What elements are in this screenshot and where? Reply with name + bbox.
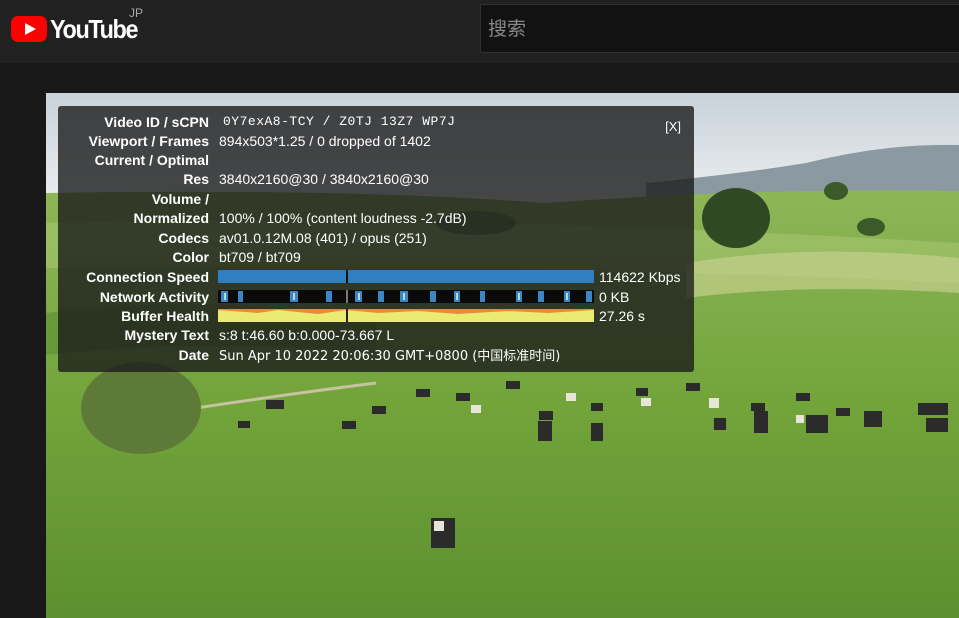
stats-row-viewport: Viewport / Frames 894x503*1.25 / 0 dropp… [58,131,694,150]
youtube-play-icon [11,16,47,42]
stats-row-res: Res 3840x2160@30 / 3840x2160@30 [58,169,694,188]
color-label: Color [172,248,209,265]
stats-row-buffer: Buffer Health 27.26 s [58,306,694,325]
network-activity-label: Network Activity [99,288,209,305]
stats-row-network: Network Activity 0 KB [58,287,694,306]
masthead: YouTube JP [0,0,959,63]
connection-speed-value: 114622 Kbps [599,268,681,285]
res-label: Res [183,170,209,187]
volume-value: 100% / 100% (content loudness -2.7dB) [219,209,467,226]
stats-row-normalized: Normalized 100% / 100% (content loudness… [58,208,694,227]
mystery-text-label: Mystery Text [124,326,209,343]
stats-row-current-optimal: Current / Optimal [58,150,694,169]
current-optimal-label: Current / Optimal [94,151,209,168]
viewport-value: 894x503*1.25 / 0 dropped of 1402 [219,132,431,149]
mystery-text-value: s:8 t:46.60 b:0.000-73.667 L [219,326,395,343]
stats-row-date: Date Sun Apr 10 2022 20:06:30 GMT+0800 (… [58,345,694,365]
stats-row-connection: Connection Speed 114622 Kbps [58,267,694,286]
video-id-value: 0Y7exA8-TCY / Z0TJ 13Z7 WP7J [223,114,456,129]
youtube-logo[interactable]: YouTube [11,14,147,44]
stats-row-mystery: Mystery Text s:8 t:46.60 b:0.000-73.667 … [58,325,694,344]
buffer-health-value: 27.26 s [599,307,645,324]
logo-text: YouTube [50,13,139,44]
stats-row-volume: Volume / [58,189,694,208]
viewport-label: Viewport / Frames [88,132,209,149]
video-id-label: Video ID / sCPN [104,113,209,130]
stats-row-color: Color bt709 / bt709 [58,247,694,266]
date-label: Date [178,346,209,363]
normalized-label: Normalized [133,209,209,226]
network-activity-value: 0 KB [599,288,630,305]
buffer-health-graph [218,309,594,322]
search-box[interactable] [480,4,959,53]
color-value: bt709 / bt709 [219,248,301,265]
stats-row-video-id: Video ID / sCPN 0Y7exA8-TCY / Z0TJ 13Z7 … [58,112,694,131]
connection-speed-label: Connection Speed [86,268,209,285]
volume-label: Volume / [151,190,209,207]
country-code: JP [129,6,144,20]
network-activity-graph [218,290,594,303]
search-input[interactable] [481,5,959,52]
codecs-value: av01.0.12M.08 (401) / opus (251) [219,229,427,246]
date-value: Sun Apr 10 2022 20:06:30 GMT+0800 (中国标准时… [219,349,561,364]
stats-row-codecs: Codecs av01.0.12M.08 (401) / opus (251) [58,228,694,247]
buffer-health-label: Buffer Health [121,307,209,324]
codecs-label: Codecs [158,229,209,246]
connection-speed-graph [218,270,594,283]
res-value: 3840x2160@30 / 3840x2160@30 [219,170,429,187]
stats-for-nerds-panel: [X] Video ID / sCPN 0Y7exA8-TCY / Z0TJ 1… [58,106,694,372]
